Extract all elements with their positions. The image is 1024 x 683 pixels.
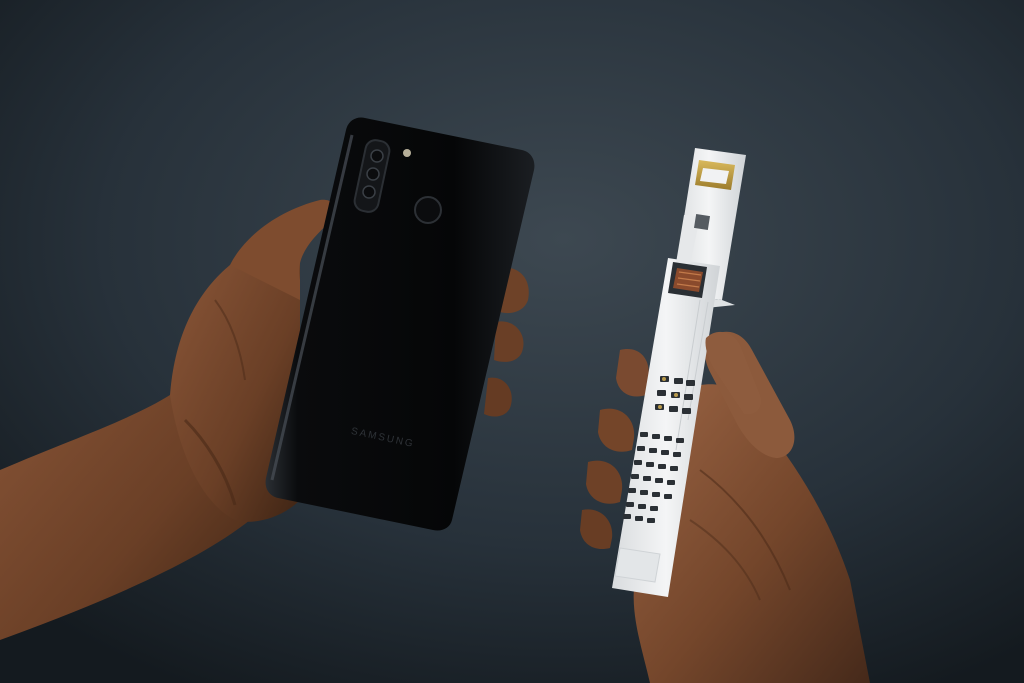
photo-scene: SAMSUNG [0, 0, 1024, 683]
gold-contact-pad [695, 160, 735, 190]
pcb-component-cluster-upper [655, 376, 695, 414]
pcb-bottom-pad [614, 547, 661, 583]
fingerprint-sensor [414, 196, 442, 224]
photo-canvas: SAMSUNG [0, 0, 1024, 683]
pcb-connector [693, 213, 711, 231]
pcb-main-chip [668, 262, 707, 298]
